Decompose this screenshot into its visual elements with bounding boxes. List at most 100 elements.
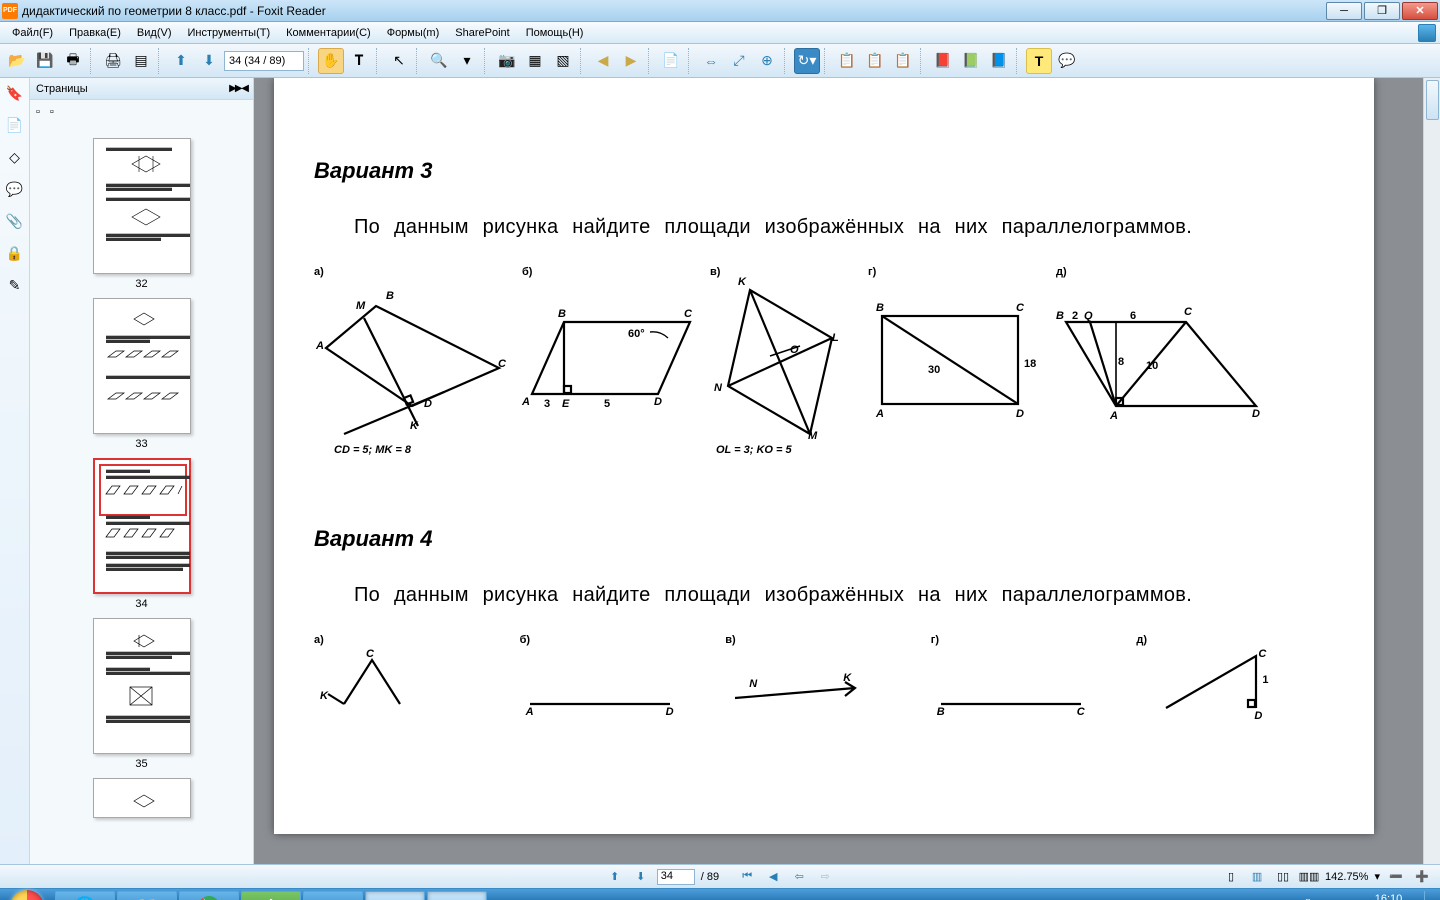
signatures-tab-icon[interactable]: ✎ bbox=[6, 276, 24, 294]
panel-toolbar: ▫ ▫ bbox=[30, 100, 253, 124]
status-back-button[interactable]: ◀ bbox=[763, 868, 783, 886]
thumbnail-33[interactable]: ▬▬▬▬▬▬▬▬▬▬▬▬▬▬▬▬▬▬▬▬▬▬ bbox=[93, 298, 191, 434]
zoom-in-button[interactable]: ➕ bbox=[1412, 868, 1432, 886]
scan-button[interactable]: ▤ bbox=[128, 48, 154, 74]
zoom-out-button[interactable]: ➖ bbox=[1386, 868, 1406, 886]
hand-tool-button[interactable]: ✋ bbox=[318, 48, 344, 74]
open-button[interactable]: 📂 bbox=[4, 48, 30, 74]
pointer-button[interactable]: ↖ bbox=[386, 48, 412, 74]
status-next-button[interactable]: ⬇ bbox=[631, 868, 651, 886]
fit-width-button[interactable]: ⇔ bbox=[698, 48, 724, 74]
status-fwd-button[interactable]: ⇦ bbox=[789, 868, 809, 886]
status-last-button[interactable]: ⇨ bbox=[815, 868, 835, 886]
task-chrome[interactable] bbox=[179, 891, 239, 900]
select-text-button[interactable]: 𝐓 bbox=[346, 48, 372, 74]
maximize-button[interactable]: ❐ bbox=[1364, 2, 1400, 20]
panel-title: Страницы bbox=[36, 83, 88, 95]
pdf-c-button[interactable]: 📘 bbox=[986, 48, 1012, 74]
layout-facing-button[interactable]: ▯▯ bbox=[1273, 868, 1293, 886]
document-area[interactable]: Вариант 3 По данным рисунка найдите площ… bbox=[254, 78, 1440, 864]
figure-a: а) A M B C D K CD = 5; bbox=[314, 266, 514, 466]
page-input[interactable]: 34 (34 / 89) bbox=[224, 51, 304, 71]
rotate-button[interactable]: ↻▾ bbox=[794, 48, 820, 74]
scrollbar[interactable] bbox=[1423, 78, 1440, 864]
status-prev-button[interactable]: ⬆ bbox=[605, 868, 625, 886]
menu-view[interactable]: Вид(V) bbox=[129, 25, 180, 41]
menu-comments[interactable]: Комментарии(C) bbox=[278, 25, 379, 41]
tool-a-button[interactable]: ▦ bbox=[522, 48, 548, 74]
play-right-button[interactable]: ▶ bbox=[618, 48, 644, 74]
layout-single-button[interactable]: ▯ bbox=[1221, 868, 1241, 886]
status-page-input[interactable]: 34 bbox=[657, 869, 695, 885]
menu-tools[interactable]: Инструменты(T) bbox=[180, 25, 279, 41]
thumb-size-a-icon[interactable]: ▫ bbox=[36, 106, 40, 118]
thumbnail-32[interactable]: ▬▬▬▬▬▬▬▬▬▬▬▬▬▬▬▬▬▬▬▬▬▬▬▬▬▬▬▬▬▬▬▬▬▬▬▬▬▬▬▬… bbox=[93, 138, 191, 274]
task-app1[interactable]: Λ bbox=[241, 891, 301, 900]
thumb-size-b-icon[interactable]: ▫ bbox=[50, 106, 54, 118]
print2-button[interactable]: 🖨 bbox=[100, 48, 126, 74]
highlight-button[interactable]: T bbox=[1026, 48, 1052, 74]
figure-a-note: CD = 5; MK = 8 bbox=[334, 444, 411, 456]
pages-panel: Страницы ▶▶ ◀ ▫ ▫ ▬▬▬▬▬▬▬▬▬▬▬▬▬▬▬▬▬▬▬▬▬▬… bbox=[30, 78, 254, 864]
task-foxit[interactable]: PDF bbox=[365, 891, 425, 900]
pdf-a-button[interactable]: 📕 bbox=[930, 48, 956, 74]
layout-cont-button[interactable]: ▥ bbox=[1247, 868, 1267, 886]
menu-file[interactable]: Файл(F) bbox=[4, 25, 61, 41]
attachments-tab-icon[interactable]: 📎 bbox=[6, 212, 24, 230]
print-button[interactable]: 🖶 bbox=[60, 48, 86, 74]
layers-tab-icon[interactable]: ◇ bbox=[6, 148, 24, 166]
fit-page-button[interactable]: ⤢ bbox=[726, 48, 752, 74]
svg-text:▬▬▬▬▬▬: ▬▬▬▬▬▬ bbox=[106, 142, 172, 154]
tool-b-button[interactable]: ▧ bbox=[550, 48, 576, 74]
status-first-button[interactable]: ⏮ bbox=[737, 868, 757, 886]
play-left-button[interactable]: ◀ bbox=[590, 48, 616, 74]
convert-button[interactable]: 📋 bbox=[834, 48, 860, 74]
thumbnail-label: 33 bbox=[30, 438, 253, 450]
panel-header: Страницы ▶▶ ◀ bbox=[30, 78, 253, 100]
figure-c-note: OL = 3; KO = 5 bbox=[716, 444, 792, 456]
zoom-button[interactable]: ⊕ bbox=[754, 48, 780, 74]
prev-page-button[interactable]: ⬆ bbox=[168, 48, 194, 74]
figure-label: д) bbox=[1056, 266, 1067, 278]
thumbnail-36[interactable] bbox=[93, 778, 191, 818]
layout-cont-facing-button[interactable]: ▥▥ bbox=[1299, 868, 1319, 886]
form-button[interactable]: 📄 bbox=[658, 48, 684, 74]
start-button[interactable] bbox=[0, 889, 54, 900]
thumbnail-label: 35 bbox=[30, 758, 253, 770]
close-button[interactable]: ✕ bbox=[1402, 2, 1438, 20]
note-button[interactable]: 💬 bbox=[1054, 48, 1080, 74]
show-desktop-button[interactable] bbox=[1424, 891, 1432, 900]
snapshot-button[interactable]: 📷 bbox=[494, 48, 520, 74]
task-word[interactable]: W bbox=[427, 891, 487, 900]
save-button[interactable]: 💾 bbox=[32, 48, 58, 74]
task-app2[interactable]: ▶ bbox=[303, 891, 363, 900]
security-tab-icon[interactable]: 🔒 bbox=[6, 244, 24, 262]
menu-side-icon[interactable] bbox=[1418, 24, 1436, 42]
menu-forms[interactable]: Формы(m) bbox=[379, 25, 448, 41]
comments-tab-icon[interactable]: 💬 bbox=[6, 180, 24, 198]
menu-help[interactable]: Помощь(H) bbox=[518, 25, 592, 41]
svg-text:▬▬▬▬▬▬: ▬▬▬▬▬▬ bbox=[106, 650, 172, 662]
minimize-button[interactable]: ─ bbox=[1326, 2, 1362, 20]
taskbar: 🌐 📁 Λ ▶ PDF W RU ▴ 🏳 ◉ 🖧 🔊 ⟳ 16:10 24.01… bbox=[0, 888, 1440, 900]
convert3-button[interactable]: 📋 bbox=[890, 48, 916, 74]
task-explorer[interactable]: 📁 bbox=[117, 891, 177, 900]
pages-tab-icon[interactable]: 📄 bbox=[6, 116, 24, 134]
convert2-button[interactable]: 📋 bbox=[862, 48, 888, 74]
search-button[interactable]: 🔍 bbox=[426, 48, 452, 74]
svg-text:▬▬▬▬▬▬▬▬: ▬▬▬▬▬▬▬▬ bbox=[106, 192, 191, 204]
menu-edit[interactable]: Правка(E) bbox=[61, 25, 129, 41]
thumbnail-35[interactable]: ▬▬▬▬▬▬▬▬▬▬▬▬▬▬▬▬▬▬▬▬▬▬▬▬▬▬▬▬▬▬▬▬▬▬▬▬▬▬▬▬… bbox=[93, 618, 191, 754]
search-dd-button[interactable]: ▾ bbox=[454, 48, 480, 74]
panel-collapse-icon[interactable]: ▶▶ ◀ bbox=[229, 83, 247, 94]
next-page-button[interactable]: ⬇ bbox=[196, 48, 222, 74]
tray-clock[interactable]: 16:10 24.01.2017 bbox=[1361, 893, 1416, 900]
pdf-b-button[interactable]: 📗 bbox=[958, 48, 984, 74]
menu-sharepoint[interactable]: SharePoint bbox=[447, 25, 517, 41]
thumbnail-34[interactable]: ▬▬▬▬▬▬▬▬▬▬▬▬▬▬▬▬▬▬▬▬▬▬▬▬▬▬▬▬▬▬▬▬▬▬▬▬▬▬▬▬… bbox=[93, 458, 191, 594]
thumbnail-list[interactable]: ▬▬▬▬▬▬▬▬▬▬▬▬▬▬▬▬▬▬▬▬▬▬▬▬▬▬▬▬▬▬▬▬▬▬▬▬▬▬▬▬… bbox=[30, 124, 253, 864]
title-bar: PDF дидактический по геометрии 8 класс.p… bbox=[0, 0, 1440, 22]
bookmarks-tab-icon[interactable]: 🔖 bbox=[6, 84, 24, 102]
task-ie[interactable]: 🌐 bbox=[55, 891, 115, 900]
window-title: дидактический по геометрии 8 класс.pdf -… bbox=[22, 4, 1324, 18]
